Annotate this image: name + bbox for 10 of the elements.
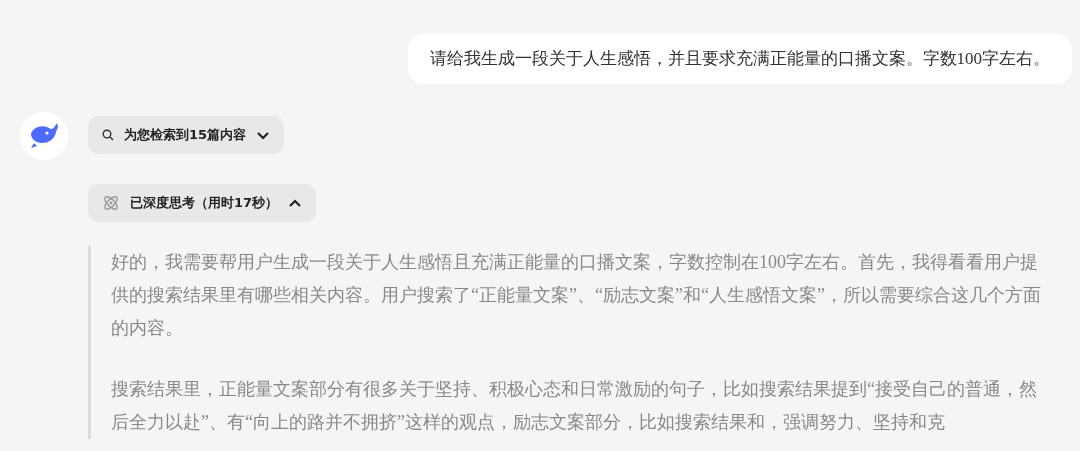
deep-thinking-toggle[interactable]: 已深度思考（用时17秒）: [88, 184, 317, 222]
atom-icon: [102, 194, 120, 212]
caret-icon: [256, 130, 271, 140]
user-message: 请给我生成一段关于人生感悟，并且要求充满正能量的口播文案。字数100字左右。: [407, 34, 1072, 84]
whale-avatar-icon: [20, 112, 68, 160]
search-results-toggle[interactable]: 为您检索到15篇内容: [88, 116, 285, 154]
search-icon: [102, 129, 114, 141]
thinking-paragraph: 搜索结果里，正能量文案部分有很多关于坚持、积极心态和日常激励的句子，比如搜索结果提到“接受自己的普通，然后全力以赴”、有“向上的路并不拥挤”这样的观点，励志文案部分，比如搜索结果和，强调努力、坚持和克: [111, 378, 1038, 434]
caret-icon: [288, 198, 303, 208]
thinking-paragraph: 好的，我需要帮用户生成一段关于人生感悟且充满正能量的口播文案，字数控制在100字左右。首先，我得看看用户提供的搜索结果里有哪些相关内容。用户搜索了“正能量文案”、“励志文案”和“人生感悟文案”，所以需要综合这几个方面的内容。: [111, 251, 1042, 340]
